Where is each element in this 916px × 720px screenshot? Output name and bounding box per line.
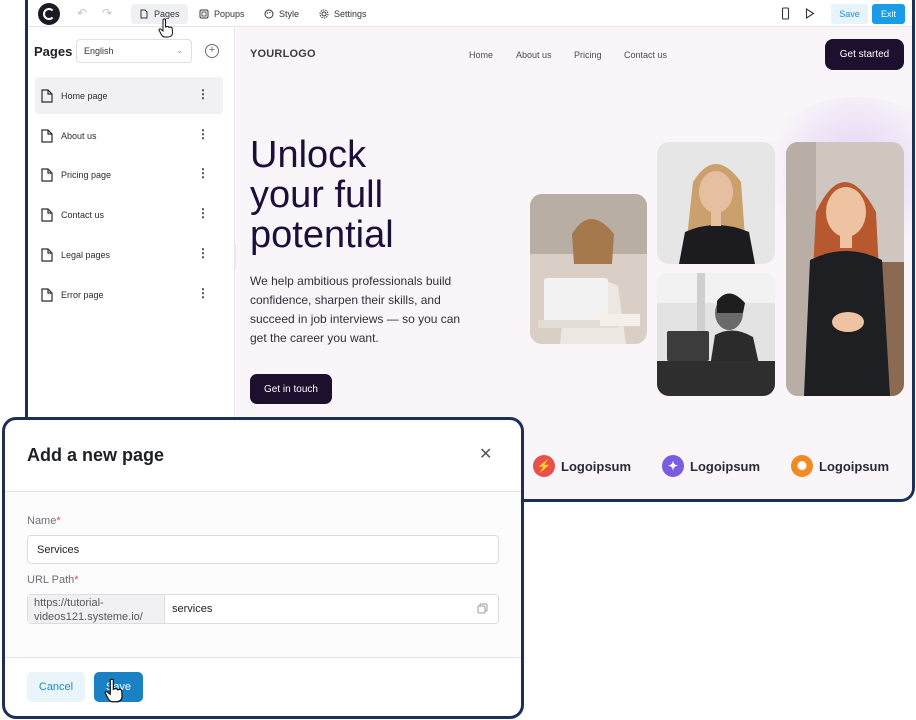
screen: ↶ ↷ Pages Popups Style Settings Save Exi… — [0, 0, 916, 720]
more-options-icon[interactable]: ⋮ — [197, 247, 209, 259]
language-value: English — [84, 46, 114, 56]
photo-woman-laptop[interactable] — [530, 194, 647, 344]
tab-popups[interactable]: Popups — [191, 4, 253, 24]
bolt-icon: ⚡ — [533, 455, 555, 477]
name-field[interactable]: Services — [27, 535, 499, 564]
sidebar-title: Pages — [34, 44, 73, 59]
site-logo[interactable]: YOURLOGO — [250, 48, 316, 60]
document-icon — [41, 167, 53, 182]
tab-settings-label: Settings — [334, 9, 367, 19]
partner-name: Logoipsum — [690, 458, 761, 474]
document-icon — [41, 207, 53, 222]
undo-icon[interactable]: ↶ — [77, 6, 87, 20]
modal-body: Name* Services URL Path* https://tutoria… — [5, 492, 521, 657]
modal-title: Add a new page — [27, 445, 165, 465]
sun-icon: ✺ — [791, 455, 813, 477]
hand-cursor-icon — [158, 18, 174, 38]
more-options-icon[interactable]: ⋮ — [197, 207, 209, 219]
more-options-icon[interactable]: ⋮ — [197, 287, 209, 299]
document-icon — [41, 128, 53, 143]
add-page-icon[interactable]: + — [205, 44, 219, 58]
app-logo-icon[interactable] — [38, 3, 60, 25]
sidebar-item-label: About us — [61, 130, 97, 141]
language-select[interactable]: English ⌄ — [76, 39, 192, 63]
hero-title-line: potential — [250, 214, 394, 256]
get-started-button[interactable]: Get started — [825, 39, 904, 70]
divider — [5, 657, 521, 658]
name-label: Name* — [27, 515, 61, 527]
sidebar-item-home[interactable]: Home page ⋮ — [35, 77, 223, 114]
nav-link-about[interactable]: About us — [516, 50, 552, 60]
add-page-modal: Add a new page ✕ Name* Services URL Path… — [2, 417, 524, 719]
url-label: URL Path* — [27, 574, 79, 586]
sidebar-item-label: Home page — [61, 90, 108, 101]
sidebar-item-legal[interactable]: Legal pages ⋮ — [35, 236, 223, 273]
sidebar-item-label: Contact us — [61, 209, 105, 220]
chevron-down-icon: ⌄ — [176, 46, 183, 55]
sidebar-item-error[interactable]: Error page ⋮ — [35, 276, 223, 313]
partner-logo[interactable]: ✦ Logoipsum — [662, 455, 760, 477]
sidebar-item-label: Error page — [61, 289, 104, 300]
photo-woman-smiling[interactable] — [657, 142, 775, 264]
popup-icon — [199, 9, 209, 19]
document-icon — [41, 287, 53, 302]
copy-icon[interactable] — [477, 603, 488, 614]
close-icon[interactable]: ✕ — [479, 447, 492, 463]
photo-woman-redhead[interactable] — [786, 142, 904, 396]
page-icon — [140, 9, 148, 19]
url-path-input[interactable]: services — [165, 595, 212, 623]
save-button[interactable]: Save — [831, 4, 868, 24]
url-label-text: URL Path — [27, 574, 75, 586]
url-path-field[interactable]: https://tutorial-videos121.systeme.io/ s… — [27, 594, 499, 624]
diamond-icon: ✦ — [662, 455, 684, 477]
document-icon — [41, 88, 53, 103]
sidebar-item-label: Pricing page — [61, 169, 112, 180]
tab-style-label: Style — [279, 9, 300, 19]
required-marker: * — [74, 574, 79, 586]
hero-title-line: Unlock — [250, 134, 367, 176]
play-icon[interactable] — [803, 7, 816, 20]
required-marker: * — [56, 515, 61, 527]
redo-icon[interactable]: ↷ — [102, 6, 112, 20]
sidebar-item-contact[interactable]: Contact us ⋮ — [35, 196, 223, 233]
sidebar-item-pricing[interactable]: Pricing page ⋮ — [35, 156, 223, 193]
partner-logo[interactable]: ✺ Logoipsum — [791, 455, 889, 477]
partner-logo[interactable]: ⚡ Logoipsum — [533, 455, 631, 477]
more-options-icon[interactable]: ⋮ — [197, 88, 209, 100]
hero-description[interactable]: We help ambitious professionals build co… — [250, 272, 472, 348]
sidebar-item-about[interactable]: About us ⋮ — [35, 117, 223, 154]
more-options-icon[interactable]: ⋮ — [197, 167, 209, 179]
tab-settings[interactable]: Settings — [311, 4, 375, 24]
nav-link-pricing[interactable]: Pricing — [574, 50, 602, 60]
document-icon — [41, 247, 53, 262]
nav-link-home[interactable]: Home — [469, 50, 493, 60]
exit-button[interactable]: Exit — [872, 4, 905, 24]
url-prefix: https://tutorial-videos121.systeme.io/ — [28, 595, 165, 623]
hero-title-line: your full — [250, 174, 384, 216]
tab-style[interactable]: Style — [256, 4, 307, 24]
palette-icon — [264, 9, 274, 19]
more-options-icon[interactable]: ⋮ — [197, 128, 209, 140]
nav-link-contact[interactable]: Contact us — [624, 50, 667, 60]
photo-man-desk[interactable] — [657, 273, 775, 396]
hand-cursor-icon — [104, 678, 123, 703]
tab-popups-label: Popups — [214, 9, 245, 19]
gear-icon — [319, 9, 329, 19]
cancel-button[interactable]: Cancel — [27, 672, 85, 702]
name-label-text: Name — [27, 515, 57, 527]
hero-title[interactable]: Unlock your full potential — [250, 135, 500, 255]
partner-name: Logoipsum — [819, 458, 890, 474]
mobile-preview-icon[interactable] — [779, 7, 792, 20]
sidebar-item-label: Legal pages — [61, 249, 111, 260]
partner-name: Logoipsum — [561, 458, 632, 474]
get-in-touch-button[interactable]: Get in touch — [250, 374, 332, 404]
